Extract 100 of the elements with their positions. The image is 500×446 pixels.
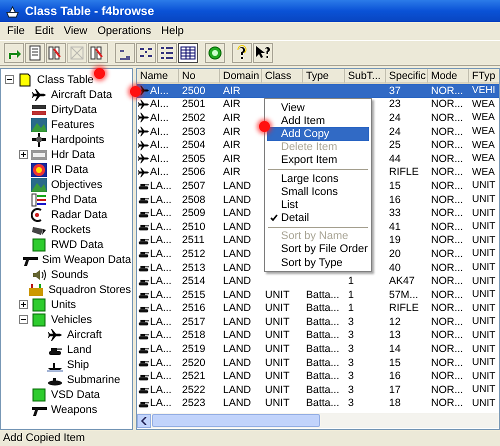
- table-cell: 2506: [182, 166, 206, 178]
- landscape-icon: [31, 118, 47, 132]
- column-header[interactable]: Class: [262, 69, 303, 84]
- table-cell: UNIT: [472, 344, 496, 355]
- horizontal-scrollbar[interactable]: [137, 413, 499, 428]
- toolbar-button[interactable]: [46, 43, 66, 63]
- hdr-icon: [31, 148, 47, 162]
- table-cell: NOR...: [431, 302, 464, 314]
- tree-item[interactable]: Class Table: [36, 74, 95, 86]
- menu-item[interactable]: Edit: [30, 25, 59, 37]
- menu-item[interactable]: Export Item: [267, 154, 369, 167]
- tree-item[interactable]: Submarine: [66, 374, 122, 386]
- menu-item[interactable]: Operations: [92, 25, 156, 37]
- tree-item[interactable]: Radar Data: [50, 208, 108, 220]
- grid-icon: [31, 102, 47, 116]
- column-header[interactable]: Type: [303, 69, 345, 84]
- collapse-toggle[interactable]: [5, 75, 14, 84]
- tree-item[interactable]: RWD Data: [50, 238, 104, 250]
- table-cell: 2505: [182, 152, 206, 165]
- menu-item[interactable]: File: [2, 25, 30, 37]
- table-cell: NOR...: [431, 288, 464, 301]
- tree-item[interactable]: Land: [66, 344, 92, 356]
- scroll-thumb[interactable]: [152, 414, 320, 427]
- tree-item[interactable]: Features: [50, 118, 96, 130]
- menu-item[interactable]: Detail: [267, 212, 369, 225]
- expand-toggle[interactable]: [19, 300, 28, 309]
- table-cell: 2502: [182, 112, 206, 124]
- table-cell: UNIT: [472, 289, 496, 300]
- tree-item[interactable]: Aircraft: [66, 328, 103, 340]
- table-cell: UNIT: [265, 316, 290, 328]
- table-cell: 2521: [182, 370, 206, 382]
- table-cell: LA...: [150, 207, 172, 220]
- table-cell: 13: [389, 329, 401, 342]
- menu-item[interactable]: Large Icons: [267, 172, 369, 186]
- tree-item[interactable]: Hardpoints: [50, 134, 106, 146]
- table-cell: NOR...: [431, 180, 464, 192]
- menu-item[interactable]: Add Item: [267, 114, 369, 128]
- toolbar-button[interactable]: [205, 43, 225, 63]
- menu-item[interactable]: List: [267, 198, 369, 212]
- tree-item[interactable]: Phd Data: [50, 194, 98, 206]
- column-header[interactable]: Domain: [220, 69, 262, 84]
- scroll-left-icon[interactable]: [137, 414, 151, 428]
- table-cell: UNIT: [472, 357, 496, 368]
- table-cell: NOR...: [431, 370, 464, 382]
- menu-item[interactable]: Help: [156, 25, 189, 37]
- toolbar-button[interactable]: [136, 43, 156, 63]
- tree-item[interactable]: Ship: [66, 358, 90, 370]
- toolbar-button[interactable]: [178, 43, 198, 63]
- menu-item[interactable]: Add Copy: [267, 127, 369, 141]
- table-cell: 23: [389, 98, 401, 110]
- tree-item[interactable]: Sim Weapon Data: [41, 254, 132, 266]
- status-text: Add Copied Item: [3, 432, 85, 444]
- tree-item[interactable]: IR Data: [50, 164, 90, 176]
- table-cell: LA...: [150, 329, 172, 342]
- menu-item[interactable]: View: [58, 25, 92, 37]
- table-cell: UNIT: [472, 302, 496, 314]
- selected-row[interactable]: AI... 2500 AIR 37 NOR... VEHI: [137, 84, 499, 98]
- table-cell: WEA: [472, 153, 495, 164]
- table-cell: 15: [389, 180, 401, 192]
- toolbar-button[interactable]: [157, 43, 177, 63]
- toolbar-button[interactable]: [115, 43, 135, 63]
- tree-item[interactable]: Squadron Stores: [47, 284, 132, 296]
- menu-item[interactable]: View: [267, 101, 369, 114]
- menu-item[interactable]: Sort by Type: [267, 256, 369, 270]
- tree-item[interactable]: Sounds: [50, 268, 90, 280]
- toolbar-button[interactable]: [232, 43, 252, 63]
- table-cell: NOR...: [431, 207, 464, 220]
- table-cell: 24: [389, 112, 401, 124]
- crate-icon: [28, 282, 44, 296]
- tree-item[interactable]: Rockets: [50, 224, 92, 236]
- column-header[interactable]: Name: [137, 69, 179, 84]
- tree-item[interactable]: Hdr Data: [50, 148, 96, 160]
- tree-item[interactable]: DirtyData: [50, 104, 98, 116]
- plane-icon: [137, 112, 150, 124]
- column-header[interactable]: Mode: [428, 69, 469, 84]
- column-header[interactable]: No: [179, 69, 220, 84]
- menu-item[interactable]: Sort by File Order: [267, 242, 369, 256]
- tree-item[interactable]: Vehicles: [50, 314, 93, 326]
- table-cell: UNIT: [472, 398, 496, 409]
- table-cell: LAND: [223, 234, 252, 246]
- tree-item[interactable]: Objectives: [50, 178, 104, 190]
- tree-item[interactable]: VSD Data: [50, 388, 101, 400]
- toolbar-button[interactable]: [25, 43, 45, 63]
- table-cell: 2520: [182, 356, 206, 369]
- table-cell: UNIT: [472, 234, 496, 246]
- table-cell: LAND: [223, 384, 252, 396]
- toolbar-button[interactable]: [88, 43, 108, 63]
- column-header[interactable]: SubT...: [345, 69, 386, 84]
- table-cell: RIFLE: [389, 166, 419, 178]
- column-header[interactable]: FTyp: [469, 69, 499, 84]
- tree-item[interactable]: Aircraft Data: [50, 88, 114, 100]
- tree-item[interactable]: Units: [50, 298, 78, 310]
- tree-item[interactable]: Weapons: [50, 404, 98, 416]
- column-header[interactable]: Specific: [386, 69, 428, 84]
- table-cell: LAND: [223, 302, 252, 314]
- table-cell: 3: [348, 356, 354, 369]
- menu-item[interactable]: Small Icons: [267, 185, 369, 198]
- toolbar-button[interactable]: [253, 43, 273, 63]
- collapse-toggle[interactable]: [19, 315, 28, 324]
- expand-toggle[interactable]: [19, 150, 28, 159]
